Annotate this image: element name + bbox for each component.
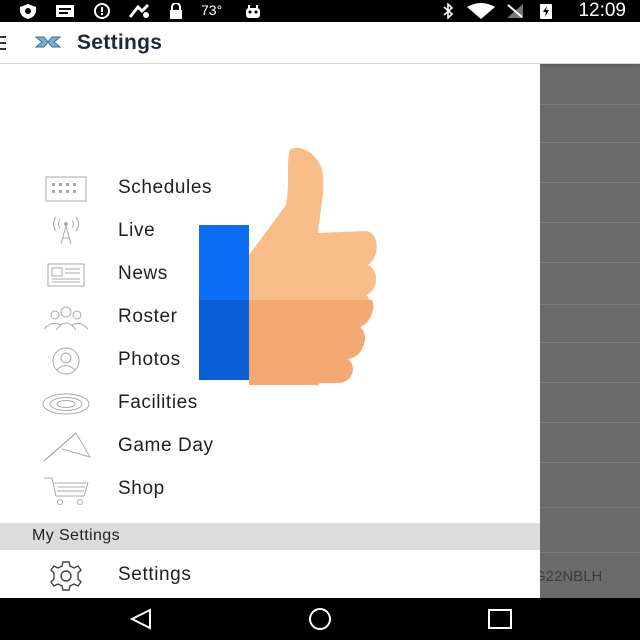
app-bar: Settings <box>0 22 640 64</box>
drawer-item-facilities[interactable]: Facilities <box>0 384 540 424</box>
alert-circle-icon <box>94 3 110 19</box>
drawer-item-label: Settings <box>118 564 192 585</box>
temperature-text: 73° <box>201 2 223 18</box>
stadium-icon <box>42 393 90 415</box>
drawer-item-label: Roster <box>118 306 178 327</box>
no-signal-icon <box>507 4 523 18</box>
battery-charging-icon <box>540 4 552 19</box>
wifi-icon <box>467 3 495 19</box>
drawer-item-label: News <box>118 263 168 284</box>
clock-text: 12:09 <box>578 0 626 21</box>
drawer-item-shop[interactable]: Shop <box>0 470 540 510</box>
bluetooth-icon <box>443 3 454 19</box>
calendar-icon <box>45 176 87 202</box>
android-icon <box>246 5 260 18</box>
unc-logo-icon <box>34 36 62 48</box>
drawer-item-game-day[interactable]: Game Day <box>0 427 540 467</box>
user-circle-icon <box>52 347 80 375</box>
drawer-item-label: Live <box>118 220 156 241</box>
drawer-item-label: Facilities <box>118 392 198 413</box>
gear-icon <box>50 561 82 591</box>
fitness-icon <box>128 3 150 18</box>
home-icon[interactable] <box>305 607 335 631</box>
drawer-item-label: Shop <box>118 478 165 499</box>
drawer-item-label: Photos <box>118 349 181 370</box>
recents-icon[interactable] <box>485 607 515 631</box>
hamburger-icon[interactable] <box>0 36 6 50</box>
page-title: Settings <box>77 31 163 54</box>
cart-icon <box>44 477 89 505</box>
pennant-icon <box>43 432 92 462</box>
system-nav-bar <box>0 598 640 640</box>
background-code-text: G22NBLH <box>540 568 603 585</box>
drawer-item-label: Game Day <box>118 435 214 456</box>
thumbs-up-icon <box>199 147 377 385</box>
section-header-my-settings: My Settings <box>0 523 540 550</box>
message-icon <box>56 5 74 17</box>
shield-icon <box>20 4 36 19</box>
background-page-scrim[interactable] <box>540 62 640 598</box>
newspaper-icon <box>47 263 85 287</box>
drawer-item-settings[interactable]: Settings <box>0 556 540 596</box>
people-icon <box>43 306 89 331</box>
status-bar: 73° 12:09 <box>0 0 640 22</box>
antenna-icon <box>53 216 79 245</box>
back-icon[interactable] <box>126 607 156 631</box>
lock-icon <box>170 3 182 19</box>
section-header-label: My Settings <box>32 527 120 544</box>
